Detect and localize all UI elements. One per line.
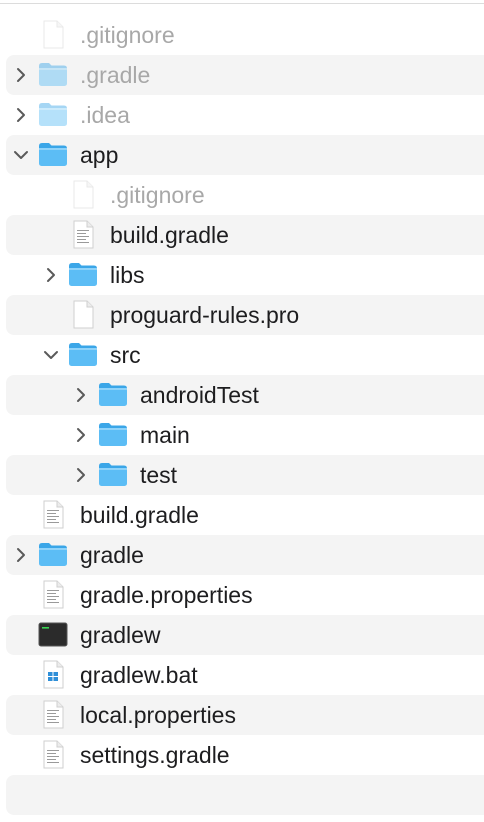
document-icon (68, 299, 98, 329)
file-row[interactable]: settings.gradle (6, 735, 484, 775)
folder-row[interactable]: test (6, 455, 484, 495)
file-row[interactable]: local.properties (6, 695, 484, 735)
chevron-right-icon[interactable] (12, 545, 30, 565)
item-name: .gitignore (80, 22, 175, 48)
folder-icon (38, 59, 68, 89)
file-row[interactable]: proguard-rules.pro (6, 295, 484, 335)
terminal-executable-icon (38, 619, 68, 649)
chevron-down-icon[interactable] (12, 145, 30, 165)
item-name: .gradle (80, 62, 151, 88)
folder-row[interactable]: src (6, 335, 484, 375)
item-name: build.gradle (80, 502, 199, 528)
file-row[interactable]: gradlew.bat (6, 655, 484, 695)
folder-icon (38, 539, 68, 569)
item-name: app (80, 142, 119, 168)
chevron-right-icon[interactable] (72, 465, 90, 485)
item-name: libs (110, 262, 145, 288)
folder-icon (98, 419, 128, 449)
chevron-right-icon[interactable] (12, 65, 30, 85)
text-document-icon (38, 499, 68, 529)
folder-icon (38, 139, 68, 169)
chevron-right-icon[interactable] (72, 425, 90, 445)
item-name: main (140, 422, 190, 448)
folder-row[interactable]: .idea (6, 95, 484, 135)
file-row[interactable]: .gitignore (6, 15, 484, 55)
windows-batch-file-icon (38, 659, 68, 689)
item-name: local.properties (80, 702, 236, 728)
empty-row (6, 775, 484, 815)
item-name: proguard-rules.pro (110, 302, 300, 328)
file-row[interactable]: gradlew (6, 615, 484, 655)
folder-row[interactable]: .gradle (6, 55, 484, 95)
folder-row[interactable]: app (6, 135, 484, 175)
file-row[interactable]: .gitignore (6, 175, 484, 215)
item-name: gradlew.bat (80, 662, 198, 688)
item-name: gradle (80, 542, 144, 568)
document-icon (38, 19, 68, 49)
folder-row[interactable]: libs (6, 255, 484, 295)
chevron-right-icon[interactable] (12, 105, 30, 125)
folder-row[interactable]: gradle (6, 535, 484, 575)
item-name: .idea (80, 102, 130, 128)
text-document-icon (38, 579, 68, 609)
document-icon (68, 179, 98, 209)
item-name: gradlew (80, 622, 161, 648)
text-document-icon (38, 739, 68, 769)
chevron-right-icon[interactable] (42, 265, 60, 285)
text-document-icon (38, 699, 68, 729)
item-name: gradle.properties (80, 582, 253, 608)
text-document-icon (68, 219, 98, 249)
item-name: .gitignore (110, 182, 205, 208)
item-name: androidTest (140, 382, 259, 408)
file-list: .gitignore .gradle .idea app .gitignore … (6, 15, 484, 815)
file-row[interactable]: gradle.properties (6, 575, 484, 615)
folder-row[interactable]: main (6, 415, 484, 455)
chevron-right-icon[interactable] (72, 385, 90, 405)
chevron-down-icon[interactable] (42, 345, 60, 365)
item-name: settings.gradle (80, 742, 230, 768)
file-row[interactable]: build.gradle (6, 495, 484, 535)
item-name: build.gradle (110, 222, 229, 248)
file-row[interactable]: build.gradle (6, 215, 484, 255)
folder-icon (98, 459, 128, 489)
item-name: src (110, 342, 141, 368)
folder-row[interactable]: androidTest (6, 375, 484, 415)
folder-icon (98, 379, 128, 409)
folder-icon (38, 99, 68, 129)
window-top-border (0, 0, 484, 4)
folder-icon (68, 259, 98, 289)
item-name: test (140, 462, 178, 488)
folder-icon (68, 339, 98, 369)
